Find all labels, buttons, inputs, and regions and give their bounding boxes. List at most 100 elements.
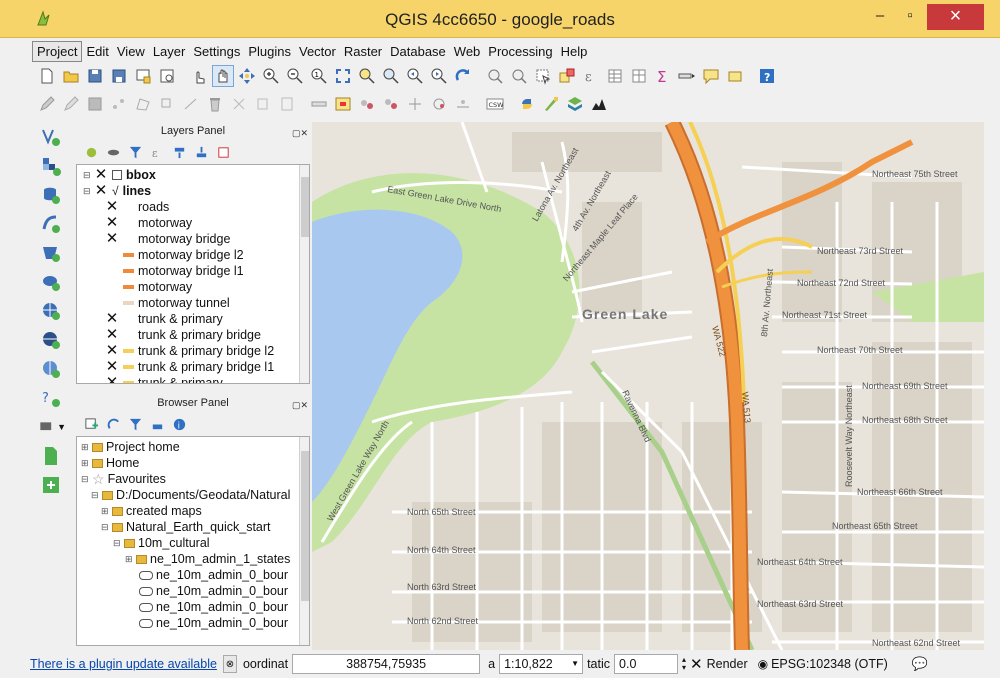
layer-item[interactable]: ✕ motorway bridge l2 [79, 247, 297, 263]
new-print-composer-icon[interactable] [132, 65, 154, 87]
menu-processing[interactable]: Processing [484, 42, 556, 61]
menu-plugins[interactable]: Plugins [244, 42, 295, 61]
touch-zoom-icon[interactable] [188, 65, 210, 87]
filter-browser-icon[interactable] [126, 415, 144, 433]
zoom-native-icon[interactable]: 1 [308, 65, 330, 87]
render-checkbox[interactable]: ✕ [690, 655, 703, 673]
move-label-icon[interactable] [404, 93, 426, 115]
coordinate-field[interactable]: 388754,75935 [292, 654, 481, 674]
node-tool-icon[interactable] [180, 93, 202, 115]
panel-float-close-icon[interactable]: ▢✕ [292, 396, 308, 414]
add-raster-layer-icon[interactable] [36, 153, 66, 179]
browser-item[interactable]: ne_10m_admin_0_bour [79, 599, 297, 615]
coordinate-toggle-icon[interactable]: ⊗ [222, 655, 237, 673]
close-button[interactable]: × [927, 4, 984, 30]
new-layer-icon[interactable]: ▼ [36, 414, 66, 440]
menu-database[interactable]: Database [386, 42, 450, 61]
visibility-checkbox[interactable]: ✕ [94, 167, 108, 182]
properties-info-icon[interactable]: i [170, 415, 188, 433]
menu-web[interactable]: Web [450, 42, 485, 61]
composer-manager-icon[interactable] [156, 65, 178, 87]
add-mssql-layer-icon[interactable] [36, 240, 66, 266]
python-console-icon[interactable] [516, 93, 538, 115]
filter-expression-icon[interactable]: ε [148, 143, 166, 161]
layer-item[interactable]: ⊟ ✕ √ lines [79, 183, 297, 199]
layer-item[interactable]: ✕ roads [79, 199, 297, 215]
add-selected-layers-icon[interactable] [82, 415, 100, 433]
refresh-browser-icon[interactable] [104, 415, 122, 433]
visibility-checkbox[interactable]: ✕ [105, 311, 119, 326]
new-shapefile-icon[interactable] [36, 443, 66, 469]
visibility-checkbox[interactable]: ✕ [105, 199, 119, 214]
rotate-label-icon[interactable] [428, 93, 450, 115]
visibility-checkbox[interactable]: ✕ [105, 359, 119, 374]
chevron-down-icon[interactable]: ▼ [571, 655, 579, 673]
add-spatialite-layer-icon[interactable] [36, 211, 66, 237]
menu-layer[interactable]: Layer [149, 42, 190, 61]
collapse-all-icon[interactable] [192, 143, 210, 161]
add-feature-icon[interactable] [108, 93, 130, 115]
delete-selected-icon[interactable] [204, 93, 226, 115]
attribute-table-icon[interactable] [604, 65, 626, 87]
plugin-update-link[interactable]: There is a plugin update available [30, 657, 217, 671]
expression-select-icon[interactable]: ε [580, 65, 602, 87]
help-icon[interactable]: ? [756, 65, 778, 87]
browser-item[interactable]: ⊟ Natural_Earth_quick_start [79, 519, 297, 535]
layer-item[interactable]: ✕ trunk & primary [79, 375, 297, 383]
browser-item[interactable]: ⊟ ☆ Favourites [79, 471, 297, 487]
visibility-checkbox[interactable]: ✕ [105, 375, 119, 383]
collapse-browser-icon[interactable] [148, 415, 166, 433]
layer-item[interactable]: ✕ trunk & primary bridge l2 [79, 343, 297, 359]
layer-item[interactable]: ✕ trunk & primary [79, 311, 297, 327]
browser-item[interactable]: ⊞ created maps [79, 503, 297, 519]
add-postgis-layer-icon[interactable] [36, 182, 66, 208]
layer-item[interactable]: ✕ motorway [79, 215, 297, 231]
map-svg[interactable]: Green Lake Northeast 75th Street Northea… [312, 122, 984, 650]
minimize-button[interactable]: – [866, 4, 894, 30]
messages-icon[interactable]: 💬 [912, 656, 928, 672]
identify-icon[interactable] [484, 65, 506, 87]
csw-icon[interactable]: CSW [484, 93, 506, 115]
visibility-checkbox[interactable]: ✕ [105, 327, 119, 342]
visibility-checkbox[interactable]: ✕ [105, 215, 119, 230]
visibility-checkbox[interactable]: ✕ [94, 183, 108, 198]
add-wfs-layer-icon[interactable] [36, 356, 66, 382]
menu-view[interactable]: View [113, 42, 149, 61]
measure-icon[interactable] [676, 65, 698, 87]
scale-combobox[interactable]: 1:10,822 ▼ [499, 654, 584, 674]
maximize-button[interactable]: ▫ [896, 4, 924, 30]
browser-item[interactable]: ne_10m_admin_0_bour [79, 583, 297, 599]
scrollbar-thumb[interactable] [301, 177, 309, 237]
pan-map-icon[interactable] [212, 65, 234, 87]
current-edits-icon[interactable] [36, 93, 58, 115]
new-project-icon[interactable] [36, 65, 58, 87]
copy-features-icon[interactable] [252, 93, 274, 115]
zoom-full-icon[interactable] [332, 65, 354, 87]
layer-item[interactable]: ✕ motorway [79, 279, 297, 295]
browser-scrollbar[interactable] [299, 437, 309, 645]
virtual-layer-icon[interactable] [36, 472, 66, 498]
browser-item[interactable]: ne_10m_admin_0_bour [79, 567, 297, 583]
zoom-next-icon[interactable] [428, 65, 450, 87]
menu-edit[interactable]: Edit [82, 42, 112, 61]
deselect-icon[interactable] [556, 65, 578, 87]
field-calculator-icon[interactable] [628, 65, 650, 87]
collapse-icon[interactable]: ⊟ [83, 186, 92, 197]
zoom-in-icon[interactable] [260, 65, 282, 87]
crs-label[interactable]: EPSG:102348 (OTF) [771, 657, 888, 671]
add-group-icon[interactable] [104, 143, 122, 161]
profile-tool-icon[interactable] [588, 93, 610, 115]
open-project-icon[interactable] [60, 65, 82, 87]
action-icon[interactable] [508, 65, 530, 87]
zoom-out-icon[interactable] [284, 65, 306, 87]
plugin-tool-icon[interactable] [540, 93, 562, 115]
add-polygon-icon[interactable] [132, 93, 154, 115]
map-tips-icon[interactable] [700, 65, 722, 87]
browser-item[interactable]: ⊞ Home [79, 455, 297, 471]
visibility-checkbox[interactable]: ✕ [105, 343, 119, 358]
pin-labels-icon[interactable] [356, 93, 378, 115]
layer-item[interactable]: ✕ trunk & primary bridge [79, 327, 297, 343]
menu-project[interactable]: Project [32, 40, 83, 62]
menu-settings[interactable]: Settings [189, 42, 244, 61]
expand-all-icon[interactable] [170, 143, 188, 161]
